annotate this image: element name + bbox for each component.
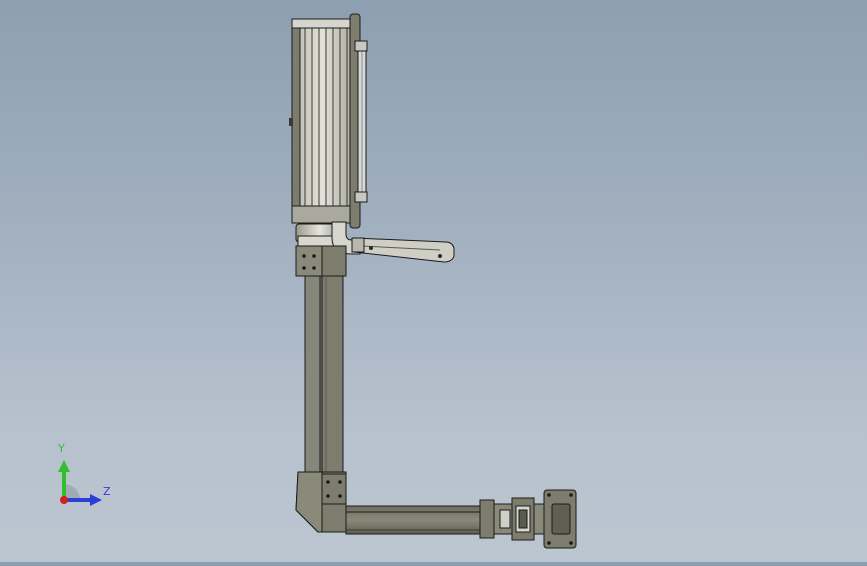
cable-arm[interactable]: [351, 237, 455, 263]
motor-housing[interactable]: [289, 13, 368, 229]
z-arrow-icon: [90, 494, 102, 506]
axis-triad[interactable]: [58, 460, 102, 506]
horizontal-arm[interactable]: [345, 505, 481, 535]
vertical-column[interactable]: [304, 275, 344, 473]
end-gearbox[interactable]: [479, 497, 545, 541]
x-axis-icon: [60, 496, 68, 504]
triad-z-label: Z: [103, 485, 111, 498]
triad-y-label: Y: [58, 442, 65, 455]
y-arrow-icon: [58, 460, 70, 472]
model-canvas[interactable]: [0, 0, 867, 562]
upper-mount-block[interactable]: [295, 245, 347, 277]
corner-bracket[interactable]: [295, 471, 347, 533]
end-flange[interactable]: [543, 489, 577, 549]
cad-3d-viewport[interactable]: Y Z: [0, 0, 867, 562]
